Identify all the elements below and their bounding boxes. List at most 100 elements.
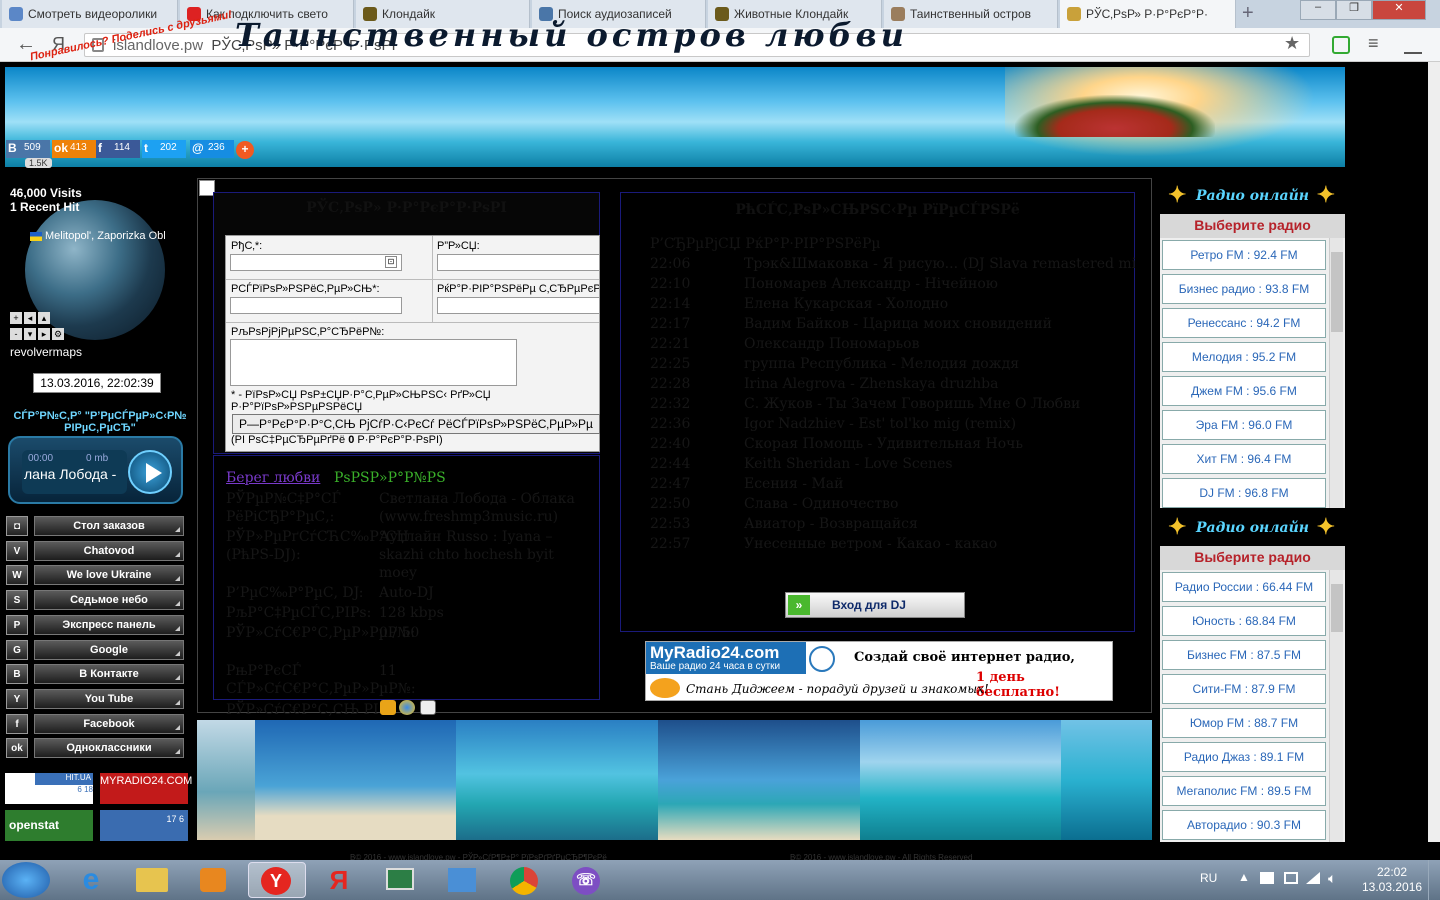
radio-station-button[interactable]: Ренессанс : 94.2 FM — [1162, 308, 1326, 338]
lagoon-photo[interactable] — [1061, 720, 1152, 840]
nav-item-7[interactable]: B В Контакте — [6, 664, 184, 685]
nav-button[interactable]: Экспресс панель — [34, 614, 184, 635]
winamp-icon[interactable] — [380, 700, 396, 715]
openstat-counter[interactable]: openstat — [5, 810, 93, 841]
new-tab-button[interactable]: + — [1242, 2, 1254, 25]
chrome-icon[interactable] — [496, 862, 554, 898]
zoom-in-icon[interactable]: + — [10, 312, 22, 324]
from-input[interactable] — [230, 254, 402, 271]
nav-item-1[interactable]: ◘ Стол заказов — [6, 516, 184, 536]
radio-station-button[interactable]: Ретро FM : 92.4 FM — [1162, 240, 1326, 270]
radio-station-button[interactable]: Бизнес радио : 93.8 FM — [1162, 274, 1326, 304]
media-player-icon[interactable] — [399, 700, 415, 715]
desktop-icon[interactable] — [372, 862, 430, 898]
share-button-3[interactable]: f 114 — [96, 140, 140, 158]
nav-item-6[interactable]: G Google — [6, 639, 184, 660]
yandex-taskbar-button[interactable]: Y — [248, 862, 306, 898]
close-window-button[interactable]: ✕ — [1372, 0, 1426, 20]
hut-photo[interactable] — [456, 720, 658, 840]
radio-station-button[interactable]: Хит FM : 96.4 FM — [1162, 444, 1326, 474]
comment-textarea[interactable] — [230, 339, 517, 386]
menu-icon[interactable]: ≡ — [1368, 33, 1379, 54]
radio-station-button[interactable]: Бизнес FM : 87.5 FM — [1162, 640, 1326, 670]
internet-explorer-icon[interactable]: e — [62, 862, 120, 898]
revolvermaps-label[interactable]: revolvermaps — [10, 345, 82, 359]
tab-6[interactable]: Таинственный остров — [884, 0, 1058, 28]
liveinternet-counter[interactable]: 17 6 — [100, 810, 188, 841]
sailboat-photo[interactable] — [255, 720, 456, 840]
radio-station-button[interactable]: Авторадио : 90.3 FM — [1162, 810, 1326, 840]
rotate-left-icon[interactable]: ◂ — [24, 312, 36, 324]
tray-clock[interactable]: 22:02 13.03.2016 — [1362, 865, 1422, 895]
rotate-right-icon[interactable]: ▸ — [38, 328, 50, 340]
minimize-button[interactable]: – — [1300, 0, 1336, 20]
nav-button[interactable]: Facebook — [34, 713, 184, 734]
nav-item-10[interactable]: ok Одноклассники — [6, 738, 184, 759]
myradio-counter[interactable]: MYRADIO24.COM — [100, 773, 192, 804]
myradio-ad[interactable]: MyRadio24.com Ваше радио 24 часа в сутки … — [645, 641, 1113, 701]
radio-select-2[interactable]: Выберите радио — [1160, 546, 1345, 570]
nav-button[interactable]: В Контакте — [34, 664, 184, 685]
nav-item-4[interactable]: S Седьмое небо — [6, 590, 184, 611]
radio-station-button[interactable]: Сити-FM : 87.9 FM — [1162, 674, 1326, 704]
bungalow-photo[interactable] — [860, 720, 1061, 840]
share-button-1[interactable]: В 509 — [6, 140, 50, 158]
nav-button[interactable]: Стол заказов — [34, 516, 184, 536]
radio-station-button[interactable]: Джем FM : 95.6 FM — [1162, 376, 1326, 406]
tab-7[interactable]: РЎС‚РѕР» Р·Р°РєР°Р· — [1060, 0, 1236, 28]
yandex-browser-icon[interactable]: Я — [310, 862, 368, 898]
radio-station-button[interactable]: Радио России : 66.44 FM — [1162, 572, 1326, 602]
network-icon[interactable] — [1306, 872, 1320, 884]
play-icon[interactable] — [128, 450, 172, 494]
nav-button[interactable]: You Tube — [34, 688, 184, 709]
nav-item-2[interactable]: V Chatovod — [6, 540, 184, 561]
tray-expand-icon[interactable]: ▲ — [1238, 870, 1250, 884]
nav-button[interactable]: Chatovod — [34, 540, 184, 561]
volume-icon[interactable]: 🔈︎ — [1328, 870, 1336, 887]
nav-button[interactable]: Google — [34, 639, 184, 660]
nav-button[interactable]: Седьмое небо — [34, 590, 184, 611]
download-icon[interactable] — [1404, 36, 1422, 54]
media-player-icon[interactable] — [186, 862, 244, 898]
bookmark-star-icon[interactable]: ★ — [1284, 33, 1300, 54]
scrollbar[interactable] — [1329, 570, 1343, 842]
radio-select-1[interactable]: Выберите радио — [1160, 214, 1345, 238]
share-more-button[interactable]: + — [236, 141, 254, 159]
radio-station-button[interactable]: Юмор FM : 88.7 FM — [1162, 708, 1326, 738]
viber-icon[interactable]: ☏ — [558, 862, 616, 898]
page-scrollbar[interactable] — [1428, 62, 1440, 860]
order-submit-button[interactable]: Р—Р°РєР°Р·Р°С‚СЊ РјСѓР·С‹РєСѓ РёСЃРїРѕР»… — [232, 414, 600, 434]
nav-item-5[interactable]: P Экспресс панель — [6, 614, 184, 635]
start-button[interactable] — [2, 862, 50, 898]
radio-station-button[interactable]: Мелодия : 95.2 FM — [1162, 342, 1326, 372]
zoom-out-icon[interactable]: - — [10, 328, 22, 340]
rotate-up-icon[interactable]: ▴ — [38, 312, 50, 324]
share-button-2[interactable]: ok 413 — [52, 140, 96, 158]
beach-photo[interactable] — [197, 720, 255, 840]
radio-station-button[interactable]: Мегаполис FM : 89.5 FM — [1162, 776, 1326, 806]
adguard-shield-icon[interactable] — [1332, 36, 1350, 54]
maximize-button[interactable]: ❐ — [1336, 0, 1372, 20]
palm-beach-photo[interactable] — [658, 720, 860, 840]
share-button-5[interactable]: @236 — [190, 140, 234, 158]
to-input[interactable] — [437, 254, 599, 271]
radio-station-button[interactable]: Юность : 68.84 FM — [1162, 606, 1326, 636]
nav-item-9[interactable]: f Facebook — [6, 713, 184, 734]
display-icon[interactable] — [1284, 872, 1298, 884]
scrollbar[interactable] — [1329, 238, 1343, 508]
settings-icon[interactable]: ⚙ — [52, 328, 64, 340]
file-explorer-icon[interactable] — [124, 862, 182, 898]
nav-button[interactable]: Одноклассники — [34, 738, 184, 759]
dj-login-button[interactable]: » Вход для DJ — [785, 592, 965, 618]
tab-1[interactable]: Смотреть видеоролики — [2, 0, 178, 28]
action-center-icon[interactable] — [1260, 872, 1274, 884]
track-input[interactable] — [437, 297, 599, 314]
scrollbar-thumb[interactable] — [1331, 584, 1343, 632]
radio-station-button[interactable]: Эра FM : 96.0 FM — [1162, 410, 1326, 440]
share-button-4[interactable]: t 202 — [142, 140, 186, 158]
hitua-counter[interactable]: HIT.UA 6 18 — [5, 773, 93, 804]
radio-station-button[interactable]: DJ FM : 96.8 FM — [1162, 478, 1326, 508]
artist-input[interactable] — [230, 297, 402, 314]
nav-item-8[interactable]: Y You Tube — [6, 688, 184, 709]
rotate-down-icon[interactable]: ▾ — [24, 328, 36, 340]
